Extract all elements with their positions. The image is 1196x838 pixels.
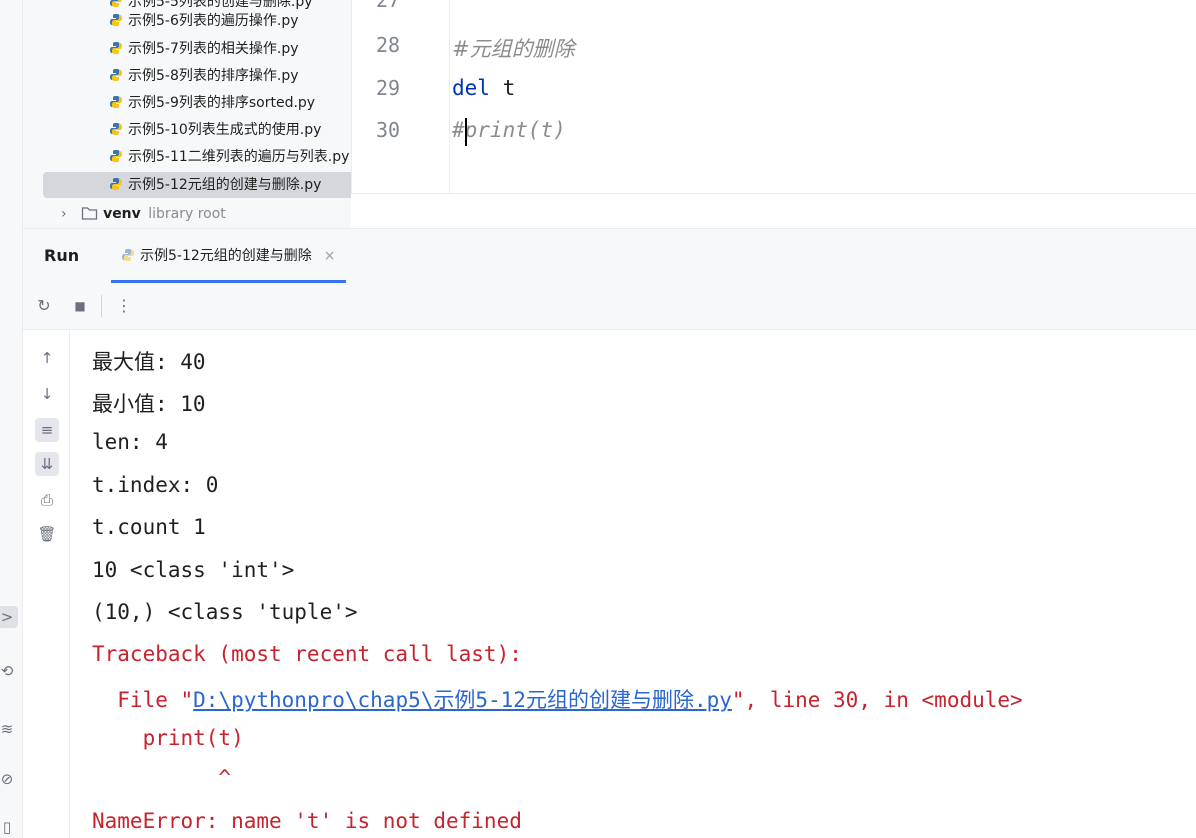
toolbar-divider	[101, 295, 102, 317]
run-panel-title: Run	[44, 246, 80, 265]
console-line: 最大值: 40	[92, 350, 206, 374]
traceback-code-line: print(t)	[92, 726, 244, 750]
file-prefix: File "	[92, 688, 194, 712]
chevron-right-icon[interactable]: ›	[61, 206, 67, 222]
services-icon[interactable]: ⊘	[0, 768, 18, 790]
folder-icon	[81, 207, 98, 220]
console-line: 最小值: 10	[92, 392, 206, 416]
tree-item-label: 示例5-8列表的排序操作.py	[128, 68, 299, 84]
tree-item[interactable]: 示例5-7列表的相关操作.py	[109, 36, 299, 62]
python-file-icon	[110, 0, 122, 7]
line-number: 29	[376, 76, 401, 100]
arrow-up-icon[interactable]: ↑	[35, 346, 59, 370]
arrow-down-icon[interactable]: ↓	[35, 382, 59, 406]
keyword-del: del	[452, 76, 490, 100]
tree-item[interactable]: 示例5-8列表的排序操作.py	[109, 63, 299, 89]
tree-item[interactable]: 示例5-10列表生成式的使用.py	[109, 117, 321, 143]
python-file-icon	[110, 14, 122, 26]
editor-footer	[351, 193, 1196, 229]
traceback-file-line: File "D:\pythonpro\chap5\示例5-12元组的创建与删除.…	[92, 684, 1023, 714]
trash-icon[interactable]: 🗑	[35, 522, 59, 546]
left-tool-strip: > ⟲ ≋ ⊘ ▯	[0, 0, 23, 838]
console-line: t.count 1	[92, 515, 206, 539]
tree-item-label: 示例5-11二维列表的遍历与列表.py	[128, 149, 350, 165]
project-tree: 示例5-5列表的创建与删除.py 示例5-6列表的遍历操作.py 示例5-7列表…	[23, 0, 351, 228]
traceback-header: Traceback (most recent call last):	[92, 642, 522, 666]
close-icon[interactable]: ×	[324, 248, 336, 264]
line-number: 30	[376, 118, 401, 142]
code-rest: t	[489, 76, 516, 100]
code-comment-line: #print(t)	[452, 118, 566, 142]
console-side-toolbar: ↑ ↓ ≡ ⇊ ⎙ 🗑	[23, 330, 70, 838]
tree-item-venv[interactable]: › venv library root	[61, 201, 226, 227]
line-number: 28	[376, 33, 401, 57]
tree-item-label: 示例5-10列表生成式的使用.py	[128, 122, 322, 138]
tree-item-label: 示例5-6列表的遍历操作.py	[128, 13, 299, 29]
more-options-icon[interactable]: ⋮	[113, 295, 135, 317]
gutter-divider	[449, 0, 450, 193]
python-file-icon	[110, 178, 122, 190]
console-line: 10 <class 'int'>	[92, 558, 295, 582]
tree-item[interactable]: 示例5-9列表的排序sorted.py	[109, 90, 315, 116]
python-file-icon	[110, 150, 122, 162]
run-panel-header: Run 示例5-12元组的创建与删除 ×	[23, 228, 1196, 284]
tree-item[interactable]: 示例5-11二维列表的遍历与列表.py	[109, 144, 349, 170]
tree-item-label: 示例5-7列表的相关操作.py	[128, 41, 299, 57]
python-file-icon	[110, 96, 122, 108]
console-line: t.index: 0	[92, 473, 219, 497]
file-suffix: ", line 30, in <module>	[731, 688, 1023, 712]
python-file-icon	[110, 123, 122, 135]
terminal-tool-icon[interactable]: >	[0, 606, 18, 628]
code-comment-line: #元组的删除	[452, 37, 575, 61]
python-run-icon	[122, 249, 134, 261]
library-root-label: library root	[148, 206, 226, 222]
traceback-caret-line: ^	[92, 766, 232, 790]
run-tab[interactable]: 示例5-12元组的创建与删除 ×	[111, 229, 346, 283]
file-path-link[interactable]: D:\pythonpro\chap5\示例5-12元组的创建与删除.py	[193, 688, 732, 712]
tree-item-label: 示例5-9列表的排序sorted.py	[128, 95, 316, 111]
rerun-icon[interactable]: ↻	[33, 295, 55, 317]
python-file-icon	[110, 69, 122, 81]
run-toolbar: ↻ ■ ⋮	[23, 283, 1196, 330]
python-file-icon	[110, 42, 122, 54]
tree-item-label: 示例5-12元组的创建与删除.py	[128, 177, 322, 193]
code-editor[interactable]: 27 28 29 30 #元组的删除 del t #print(t)	[351, 0, 1196, 193]
tree-item[interactable]: 示例5-6列表的遍历操作.py	[109, 8, 299, 34]
text-caret	[465, 118, 467, 146]
python-packages-icon[interactable]: ⟲	[0, 660, 18, 682]
code-line-del: del t	[452, 76, 515, 100]
tree-item-selected[interactable]: 示例5-12元组的创建与删除.py	[109, 172, 321, 198]
console-line: len: 4	[92, 430, 168, 454]
error-message: NameError: name 't' is not defined	[92, 809, 522, 833]
stop-icon[interactable]: ■	[69, 295, 91, 317]
console-line: (10,) <class 'tuple'>	[92, 600, 358, 624]
soft-wrap-icon[interactable]: ≡	[35, 418, 59, 442]
problems-icon[interactable]: ▯	[0, 816, 18, 838]
scroll-to-end-icon[interactable]: ⇊	[35, 452, 59, 476]
run-tab-label: 示例5-12元组的创建与删除	[140, 248, 312, 264]
venv-label: venv	[103, 206, 141, 222]
console-output[interactable]: 最大值: 40 最小值: 10 len: 4 t.index: 0 t.coun…	[70, 330, 1196, 838]
layers-icon[interactable]: ≋	[0, 718, 18, 740]
line-number: 27	[376, 0, 401, 12]
print-icon[interactable]: ⎙	[35, 488, 59, 512]
